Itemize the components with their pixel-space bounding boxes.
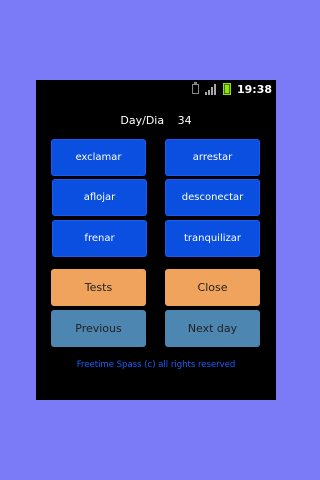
day-number: 34 [177,114,192,127]
word-button-frenar[interactable]: frenar [52,220,147,257]
day-indicator: Day/Dia 34 [36,114,276,127]
word-button-exclamar[interactable]: exclamar [51,139,146,176]
battery-icon [222,83,231,95]
word-button-desconectar[interactable]: desconectar [165,179,260,216]
day-label: Day/Dia [120,114,165,127]
tests-button[interactable]: Tests [51,269,146,306]
close-button[interactable]: Close [165,269,260,306]
word-button-tranquilizar[interactable]: tranquilizar [165,220,260,257]
word-button-arrestar[interactable]: arrestar [165,139,260,176]
signal-icon [204,83,217,95]
word-button-aflojar[interactable]: aflojar [52,179,147,216]
previous-button[interactable]: Previous [51,310,146,347]
usb-icon [191,82,199,94]
app-screen: 19:38 Day/Dia 34 exclamar aflojar frenar… [36,80,276,400]
status-bar: 19:38 [36,80,276,98]
status-clock: 19:38 [236,82,272,96]
copyright-footer: Freetime Spass (c) all rights reserved [76,360,236,370]
next-day-button[interactable]: Next day [165,310,260,347]
